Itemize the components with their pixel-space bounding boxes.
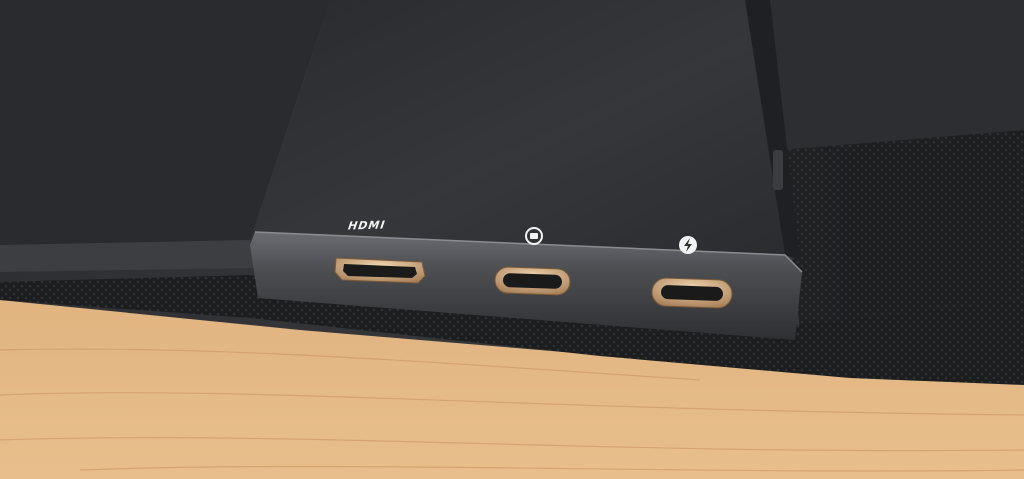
- hdmi-port[interactable]: [334, 257, 426, 284]
- usb-c-power-port[interactable]: [651, 277, 733, 309]
- hdmi-label: HDMI: [345, 218, 388, 233]
- lightning-power-icon: [679, 236, 697, 254]
- side-button[interactable]: [773, 150, 783, 190]
- photo-canvas: [0, 0, 1024, 479]
- monitor-back-panel: [255, 0, 785, 255]
- photo-scene: HDMI: [0, 0, 1024, 479]
- stand-panel-left-edge: [0, 240, 255, 272]
- folio-cover-side: [780, 120, 1024, 330]
- usb-c-display-port[interactable]: [494, 266, 571, 296]
